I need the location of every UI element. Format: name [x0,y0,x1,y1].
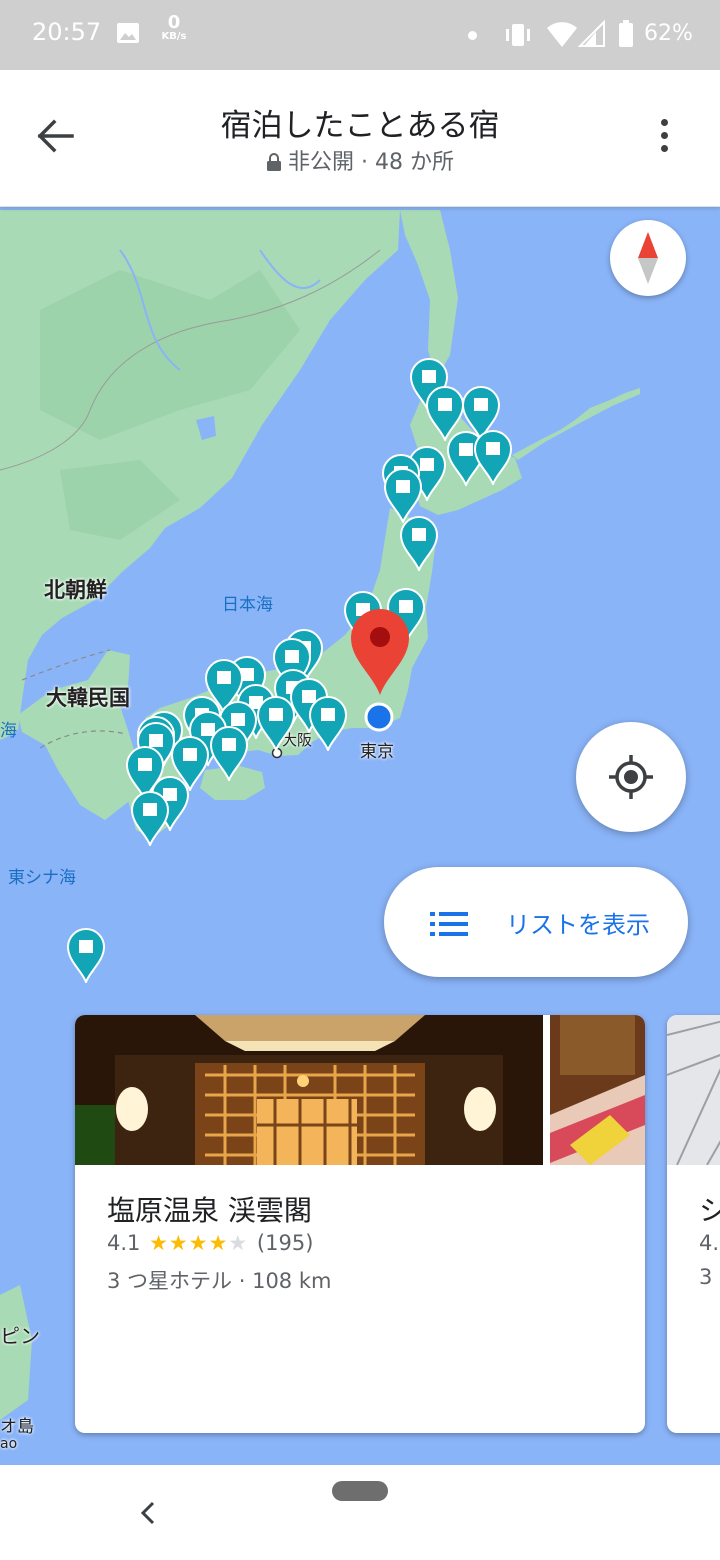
more-vert-icon[interactable] [646,114,682,162]
place-meta-partial: 3 [699,1265,713,1289]
label-sea-of-japan: 日本海 [222,595,273,615]
notification-dot-icon [468,31,477,40]
home-pill-icon[interactable] [332,1481,388,1501]
label-north-korea: 北朝鮮 [44,578,107,602]
battery-percent: 62% [644,21,693,46]
place-card[interactable]: 塩原温泉 渓雲閣 4.1 ★★★★★ (195) 3 つ星ホテル · 108 k… [75,1015,645,1433]
place-photo-secondary[interactable] [550,1015,645,1165]
list-icon [430,912,468,936]
subtitle-separator: · [354,150,375,175]
my-location-dot [364,702,394,732]
lock-icon [267,153,281,171]
place-photo[interactable] [75,1015,543,1165]
battery-icon [619,20,633,47]
net-speed: 0 KB/s [154,14,194,42]
show-list-label: リストを表示 [506,911,650,939]
compass-icon[interactable] [610,220,686,296]
star-rating-icon: ★★★★★ [149,1231,249,1255]
place-rating-partial: 4. [699,1231,720,1255]
nav-back-icon[interactable] [138,1501,158,1525]
show-list-button[interactable]: リストを表示 [384,867,688,977]
meta-separator: · [232,1269,253,1293]
vibrate-icon [506,24,530,46]
label-philippines-partial: ピン [0,1324,40,1348]
place-meta: 3 つ星ホテル · 108 km [107,1265,331,1295]
place-name: 塩原温泉 渓雲閣 [107,1194,312,1227]
status-time: 20:57 [32,18,102,46]
saved-place-pin[interactable] [256,695,296,751]
saved-place-pin[interactable] [399,515,439,571]
my-location-button[interactable] [576,722,686,832]
my-location-icon [609,755,653,799]
map-view[interactable]: 北朝鮮 大韓民国 日本海 東シナ海 海 東京 大阪 ピン オ島 ao リストを表… [0,210,720,1465]
place-name-partial: シ [699,1194,720,1227]
app-bar: 宿泊したことある宿 非公開 · 48 か所 [0,70,720,207]
label-island-roman-partial: ao [0,1436,18,1452]
place-distance: 108 km [252,1269,332,1293]
system-nav-bar [0,1465,720,1560]
saved-place-pin[interactable] [473,429,513,485]
review-count: (195) [256,1231,314,1255]
net-speed-unit: KB/s [161,31,187,42]
saved-place-pin[interactable] [209,725,249,781]
selected-place-pin[interactable] [347,605,413,697]
image-notification-icon [117,23,139,43]
list-subtitle: 非公開 · 48 か所 [0,144,720,176]
place-category: 3 つ星ホテル [107,1269,233,1293]
saved-place-pin[interactable] [66,927,106,983]
label-tokyo: 東京 [360,742,394,762]
place-photo-next[interactable] [667,1015,720,1165]
rating-value: 4.1 [107,1231,141,1255]
label-sea-partial: 海 [0,721,17,741]
wifi-icon [547,22,577,47]
saved-place-pin[interactable] [130,790,170,846]
page-title: 宿泊したことある宿 [220,108,500,144]
place-count: 48 か所 [375,150,454,175]
signal-icon [578,20,605,47]
label-east-china-sea: 東シナ海 [8,868,76,888]
place-card-next[interactable]: シ 4. 3 [667,1015,720,1433]
place-rating-row: 4.1 ★★★★★ (195) [107,1231,313,1255]
saved-place-pin[interactable] [308,695,348,751]
visibility-label: 非公開 [288,150,355,175]
net-speed-value: 0 [167,12,181,33]
label-island-partial: オ島 [0,1417,34,1437]
status-bar: 20:57 0 KB/s 62% [0,0,720,70]
label-south-korea: 大韓民国 [46,686,130,710]
